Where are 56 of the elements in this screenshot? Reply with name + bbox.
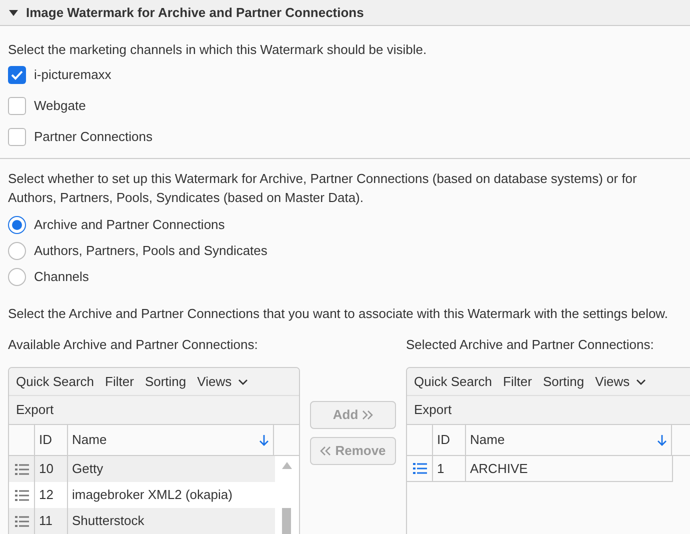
- radio-button[interactable]: [8, 268, 26, 286]
- toolbar-menu[interactable]: Quick Search: [414, 372, 492, 392]
- radio-option[interactable]: Authors, Partners, Pools and Syndicates: [8, 238, 682, 264]
- table-row[interactable]: 1 ARCHIVE: [407, 456, 673, 482]
- column-header[interactable]: ID: [35, 425, 68, 455]
- checkmark-icon: [11, 70, 23, 80]
- scrollbar[interactable]: [275, 456, 299, 534]
- toolbar-menu[interactable]: Filter: [105, 372, 134, 392]
- chevron-down-icon: [238, 378, 248, 384]
- radio-button[interactable]: [8, 216, 26, 234]
- toolbar-menu[interactable]: Filter: [503, 372, 532, 392]
- table-row[interactable]: 11 Shutterstock: [9, 508, 275, 534]
- toolbar-menu[interactable]: Views: [197, 372, 248, 392]
- checkbox-option[interactable]: i-picturemaxx: [8, 59, 682, 90]
- table-row[interactable]: 12 imagebroker XML2 (okapia): [9, 482, 275, 508]
- toolbar-menu[interactable]: Views: [595, 372, 646, 392]
- column-header[interactable]: Name: [470, 430, 505, 450]
- toolbar-menu[interactable]: Sorting: [144, 372, 186, 392]
- panel-title: Selected Archive and Partner Connections:: [406, 336, 655, 354]
- column-header[interactable]: Name: [72, 430, 107, 450]
- list-icon[interactable]: [14, 490, 28, 500]
- caret-icon: [9, 10, 18, 16]
- checkbox-option[interactable]: Partner Connections: [8, 121, 682, 152]
- export-button[interactable]: Export: [16, 400, 54, 420]
- chevron-down-icon: [636, 378, 646, 384]
- table-cell-text: Getty: [71, 460, 104, 478]
- double-chevron-left-icon: [320, 446, 332, 456]
- instruction-text: Select the Archive and Partner Connections that you want to associate with this Watermark with the settings below.: [8, 305, 669, 323]
- list-icon[interactable]: [14, 516, 28, 526]
- instruction-text: Select the marketing channels in which this Watermark should be visible.: [8, 41, 428, 59]
- checkbox[interactable]: [8, 128, 26, 146]
- export-button[interactable]: Export: [414, 400, 452, 420]
- table-cell-text: Shutterstock: [71, 512, 146, 530]
- checkbox[interactable]: [8, 96, 26, 114]
- list-icon[interactable]: [14, 464, 28, 474]
- section-header[interactable]: Image Watermark for Archive and Partner Connections: [0, 0, 690, 26]
- column-header[interactable]: ID: [433, 425, 466, 455]
- radio-option[interactable]: Archive and Partner Connections: [8, 212, 682, 238]
- panel-title: Available Archive and Partner Connections:: [8, 336, 259, 354]
- toolbar-menu[interactable]: Quick Search: [16, 372, 94, 392]
- table-cell-text: imagebroker XML2 (okapia): [71, 486, 234, 504]
- double-chevron-right-icon: [362, 410, 374, 420]
- table-cell-text: ARCHIVE: [469, 460, 529, 478]
- radio-option[interactable]: Channels: [8, 264, 682, 290]
- toolbar-menu[interactable]: Sorting: [542, 372, 584, 392]
- checkbox[interactable]: [8, 66, 26, 84]
- list-icon[interactable]: [412, 463, 426, 474]
- radio-button[interactable]: [8, 242, 26, 260]
- instruction-text: Select whether to set up this Watermark for Archive, Partner Connections (based on database systems) or for Authors, Partners, Pools, Syndicates (based on Master Data).: [8, 170, 638, 207]
- table-cell: 1: [433, 456, 466, 481]
- sort-arrow-icon[interactable]: [657, 434, 667, 446]
- checkbox-option[interactable]: Webgate: [8, 90, 682, 121]
- table-cell: 11: [35, 508, 68, 534]
- sort-arrow-icon[interactable]: [259, 434, 269, 446]
- table-row[interactable]: 10 Getty: [9, 456, 275, 482]
- scroll-thumb[interactable]: [282, 508, 291, 534]
